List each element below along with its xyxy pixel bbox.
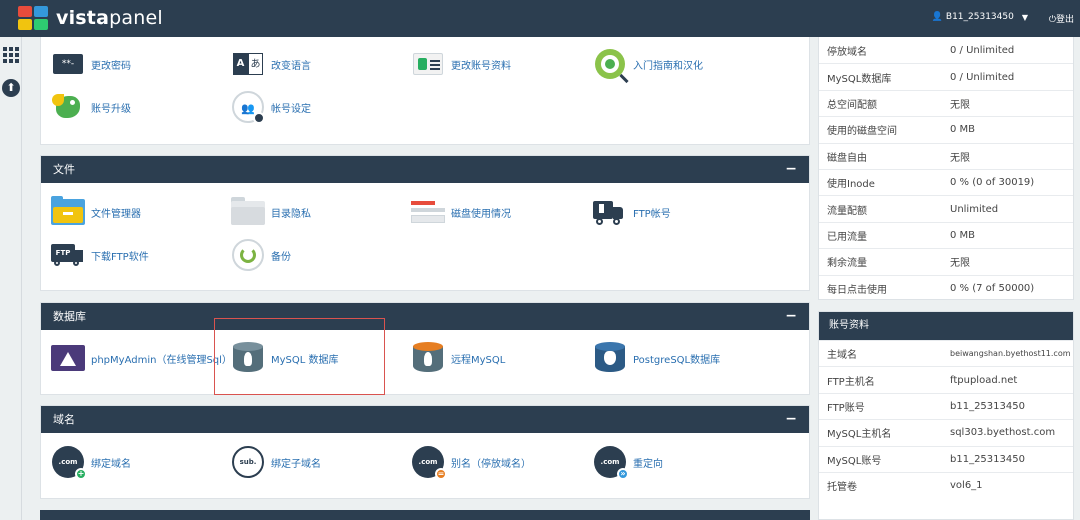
subdomain-icon: sub. [232,446,264,478]
folder-icon [51,196,85,225]
phpmyadmin-icon [51,345,85,371]
parked-domain-icon: .com = [412,446,447,480]
postgresql-link[interactable]: PostgreSQL数据库 [593,341,720,375]
stats-row: 剩余流量 无限 [819,248,1073,274]
logo-mark-icon [18,6,50,30]
account-info-row: 主域名 beiwangshan.byethost11.com [819,340,1073,366]
ftp-accounts-link[interactable]: FTP帐号 [593,195,671,229]
file-manager-link[interactable]: 文件管理器 [51,195,141,229]
collapse-icon[interactable]: − [785,406,797,433]
stats-row: 总空间配额 无限 [819,89,1073,116]
account-settings-link[interactable]: 👥 帐号设定 [231,90,311,124]
disk-usage-icon [411,199,445,225]
account-panel: **- 更改密码 Aあ 改变语言 更改账号资料 入门指南和汉化 账号升级 👥 帐… [40,37,810,145]
collapse-icon[interactable]: − [785,156,797,183]
apps-grid-icon[interactable] [3,47,19,63]
stats-row: 每日点击使用 0 % (7 of 50000) [819,274,1073,301]
redirects-link[interactable]: .com» 重定向 [593,445,663,480]
upload-icon[interactable]: ⬆ [2,79,20,97]
stats-row: 使用的磁盘空间 0 MB [819,116,1073,142]
files-panel: 文件 − 文件管理器 目录隐私 磁盘使用情况 FTP帐号 FTP 下载FTP软件… [40,155,810,291]
language-icon: Aあ [233,53,263,75]
vistapanel-logo[interactable]: vistapanel [18,6,163,30]
contact-card-icon [413,53,443,75]
files-panel-header[interactable]: 文件 − [41,156,809,183]
change-language-link[interactable]: Aあ 改变语言 [231,47,311,81]
phpmyadmin-link[interactable]: phpMyAdmin（在线管理Sql） [51,341,232,375]
disk-usage-link[interactable]: 磁盘使用情况 [411,195,511,229]
download-ftp-client-link[interactable]: FTP 下载FTP软件 [51,238,149,272]
top-bar: vistapanel 👤 B11_25313450 ▼ ⏻登出 [0,0,1080,37]
account-info-row: FTP账号 b11_25313450 [819,392,1073,419]
account-info-row: 托管卷 vol6_1 [819,471,1073,498]
username: B11_25313450 [945,12,1014,22]
user-menu[interactable]: 👤 B11_25313450 ▼ [932,12,1028,22]
stats-row: 停放域名 0 / Unlimited [827,44,1015,58]
postgresql-icon [595,342,625,374]
ftp-account-icon [593,199,627,225]
change-password-link[interactable]: **- 更改密码 [51,47,131,81]
logout-button[interactable]: ⏻登出 [1049,12,1074,25]
stats-row: 磁盘自由 无限 [819,142,1073,169]
account-info-header: 账号资料 [819,312,1073,340]
chevron-down-icon: ▼ [1021,12,1028,22]
dragon-icon [52,92,84,122]
domain-panel-header[interactable]: 域名 − [41,406,809,433]
left-rail: ⬆ [0,37,22,520]
next-panel-header[interactable] [40,510,810,520]
remote-mysql-icon [413,342,443,374]
stats-row: 使用Inode 0 % (0 of 30019) [819,168,1073,195]
database-panel-header[interactable]: 数据库 − [41,303,809,330]
subdomains-link[interactable]: sub. 绑定子域名 [231,445,321,479]
remote-mysql-link[interactable]: 远程MySQL [411,341,505,375]
next-panel [40,510,810,520]
database-panel: 数据库 − phpMyAdmin（在线管理Sql） MySQL 数据库 远程My… [40,302,810,395]
account-info-row: MySQL主机名 sql303.byethost.com [819,419,1073,445]
stats-row: MySQL数据库 0 / Unlimited [819,63,1073,89]
addon-domains-link[interactable]: .com + 绑定域名 [51,445,131,480]
getting-started-link[interactable]: 入门指南和汉化 [593,47,703,84]
account-settings-icon: 👥 [232,91,265,124]
parked-domains-link[interactable]: .com = 别名（停放域名） [411,445,531,480]
backup-link[interactable]: 备份 [231,238,291,272]
account-info-table: 账号资料 主域名 beiwangshan.byethost11.com FTP主机… [818,311,1074,520]
domain-panel: 域名 − .com + 绑定域名 sub. 绑定子域名 .com = 别名（停放域名… [40,405,810,499]
private-folder-icon [231,197,265,225]
logo-text: vistapanel [56,7,163,29]
directory-privacy-link[interactable]: 目录隐私 [231,195,311,229]
logout-icon: ⏻ [1048,15,1056,25]
account-info-row: FTP主机名 ftpupload.net [819,366,1073,392]
ftp-download-icon: FTP [51,244,85,266]
addon-domain-icon: .com + [52,446,87,480]
backup-icon [232,239,264,271]
upgrade-account-link[interactable]: 账号升级 [51,90,131,124]
stats-table: 停放域名 0 / Unlimited MySQL数据库 0 / Unlimited … [818,37,1074,300]
collapse-icon[interactable]: − [785,303,797,330]
update-contact-link[interactable]: 更改账号资料 [411,47,511,81]
redirect-icon: .com» [594,446,629,480]
account-info-row: MySQL账号 b11_25313450 [819,445,1073,472]
mysql-highlight-box [214,318,385,395]
key-icon: **- [53,54,83,74]
stats-row: 流量配额 Unlimited [819,195,1073,221]
stats-row: 已用流量 0 MB [819,221,1073,248]
user-icon: 👤 [931,12,943,22]
search-guide-icon [595,49,629,84]
